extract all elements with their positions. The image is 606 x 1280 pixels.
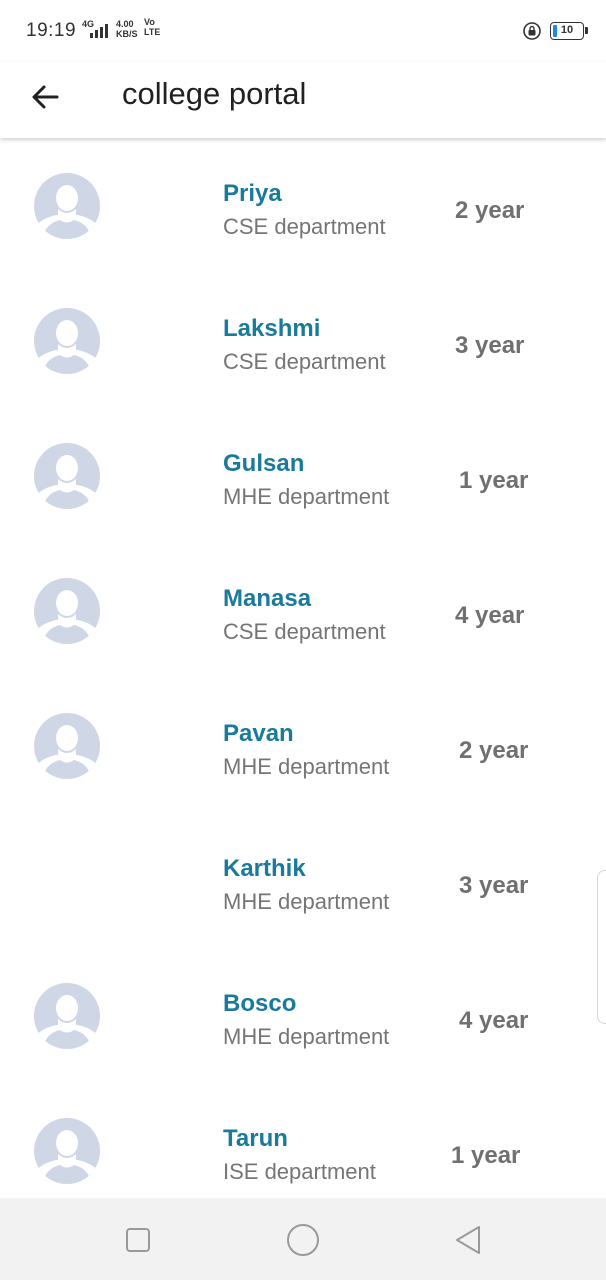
- student-name: Priya: [223, 180, 282, 207]
- list-item[interactable]: Bosco MHE department 4 year: [0, 950, 606, 1085]
- data-speed-unit: KB/S: [116, 29, 138, 39]
- home-button[interactable]: [281, 1218, 325, 1262]
- avatar: [34, 983, 100, 1049]
- back-triangle-icon: [456, 1226, 480, 1254]
- student-department: CSE department: [223, 349, 386, 374]
- student-name: Pavan: [223, 720, 294, 747]
- list-item[interactable]: Gulsan MHE department 1 year: [0, 410, 606, 545]
- student-department: MHE department: [223, 889, 390, 914]
- person-placeholder-icon: [34, 578, 100, 644]
- student-year: 2 year: [459, 737, 529, 764]
- student-year: 1 year: [459, 467, 529, 494]
- scroll-edge-handle[interactable]: [597, 870, 606, 1024]
- signal-icon: [90, 24, 108, 38]
- list-item[interactable]: Karthik MHE department 3 year: [0, 815, 606, 950]
- student-year: 2 year: [455, 197, 525, 224]
- app-bar: college portal: [0, 62, 606, 138]
- person-placeholder-icon: [34, 443, 100, 509]
- person-placeholder-icon: [34, 173, 100, 239]
- avatar: [34, 1118, 100, 1184]
- list-item[interactable]: Pavan MHE department 2 year: [0, 680, 606, 815]
- lock-rotation-icon: [523, 22, 541, 40]
- list-item[interactable]: Priya CSE department 2 year: [0, 140, 606, 275]
- student-name: Bosco: [223, 990, 297, 1017]
- student-name: Gulsan: [223, 450, 305, 477]
- student-year: 3 year: [459, 872, 529, 899]
- system-nav-bar: [0, 1198, 606, 1280]
- person-placeholder-icon: [34, 308, 100, 374]
- student-department: MHE department: [223, 484, 390, 509]
- student-name: Manasa: [223, 585, 312, 612]
- volte-label-bottom: LTE: [144, 27, 161, 37]
- status-bar: 19:19 4G 4.00 KB/S Vo LTE 10: [0, 0, 606, 62]
- arrow-left-icon: [32, 85, 59, 109]
- page-title: college portal: [122, 76, 307, 111]
- student-name: Karthik: [223, 855, 306, 882]
- avatar: [34, 713, 100, 779]
- avatar: [34, 578, 100, 644]
- student-year: 3 year: [455, 332, 525, 359]
- home-circle-icon: [287, 1224, 319, 1256]
- student-year: 1 year: [451, 1142, 521, 1169]
- person-placeholder-icon: [34, 983, 100, 1049]
- back-button[interactable]: [22, 74, 68, 120]
- avatar: [34, 173, 100, 239]
- list-item[interactable]: Tarun ISE department 1 year: [0, 1085, 606, 1198]
- network-indicators: 4G 4.00 KB/S Vo LTE: [82, 18, 174, 44]
- recents-button[interactable]: [116, 1218, 160, 1262]
- student-list[interactable]: Priya CSE department 2 year Lakshmi CSE …: [0, 140, 606, 1198]
- status-right-icons: 10: [522, 20, 588, 42]
- nav-back-button[interactable]: [446, 1218, 490, 1262]
- student-name: Lakshmi: [223, 315, 321, 342]
- data-speed: 4.00: [116, 19, 134, 29]
- student-year: 4 year: [459, 1007, 529, 1034]
- student-year: 4 year: [455, 602, 525, 629]
- student-department: CSE department: [223, 214, 386, 239]
- student-department: MHE department: [223, 1024, 390, 1049]
- student-name: Tarun: [223, 1125, 288, 1152]
- recents-square-icon: [126, 1228, 150, 1252]
- student-department: ISE department: [223, 1159, 376, 1184]
- avatar: [34, 443, 100, 509]
- avatar: [34, 308, 100, 374]
- student-department: CSE department: [223, 619, 386, 644]
- battery-icon: 10: [550, 22, 588, 40]
- list-item[interactable]: Manasa CSE department 4 year: [0, 545, 606, 680]
- person-placeholder-icon: [34, 1118, 100, 1184]
- volte-label-top: Vo: [144, 17, 155, 27]
- battery-level: 10: [560, 24, 574, 36]
- status-time: 19:19: [26, 20, 77, 41]
- student-department: MHE department: [223, 754, 390, 779]
- list-item[interactable]: Lakshmi CSE department 3 year: [0, 275, 606, 410]
- person-placeholder-icon: [34, 713, 100, 779]
